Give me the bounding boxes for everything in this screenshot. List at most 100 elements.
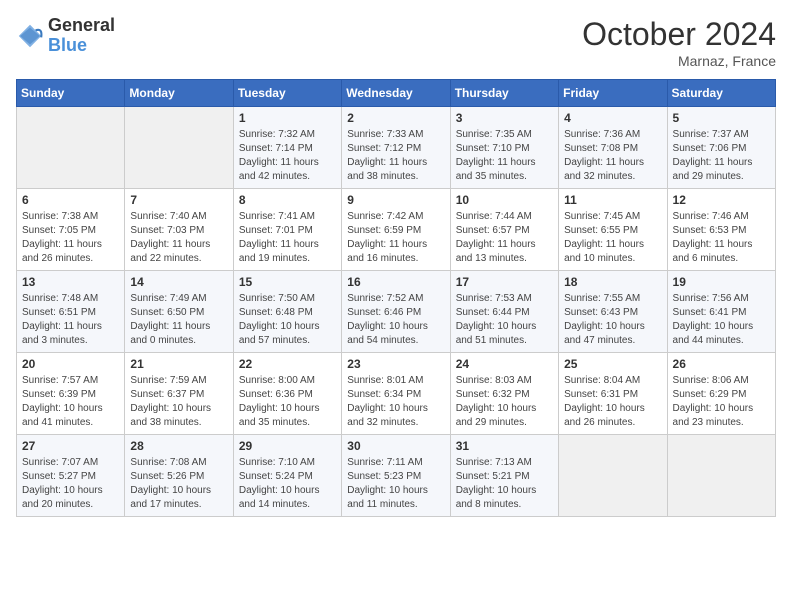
day-content: Sunrise: 7:46 AM Sunset: 6:53 PM Dayligh… xyxy=(673,210,770,266)
calendar-cell: 22 Sunrise: 8:00 AM Sunset: 6:36 PM Dayli… xyxy=(233,353,341,435)
day-content: Sunrise: 7:48 AM Sunset: 6:51 PM Dayligh… xyxy=(22,292,119,348)
day-number: 6 xyxy=(22,193,119,207)
calendar-cell: 6 Sunrise: 7:38 AM Sunset: 7:05 PM Daylig… xyxy=(17,189,125,271)
calendar-cell: 12 Sunrise: 7:46 AM Sunset: 6:53 PM Dayli… xyxy=(667,189,775,271)
day-number: 21 xyxy=(130,357,227,371)
day-content: Sunrise: 7:33 AM Sunset: 7:12 PM Dayligh… xyxy=(347,128,444,184)
column-header-tuesday: Tuesday xyxy=(233,80,341,107)
calendar-cell: 21Sunrise: 7:59 AM Sunset: 6:37 PM Dayli… xyxy=(125,353,233,435)
calendar-cell: 7Sunrise: 7:40 AM Sunset: 7:03 PM Daylig… xyxy=(125,189,233,271)
day-content: Sunrise: 7:07 AM Sunset: 5:27 PM Dayligh… xyxy=(22,456,119,512)
calendar-cell: 29 Sunrise: 7:10 AM Sunset: 5:24 PM Dayli… xyxy=(233,435,341,517)
day-number: 11 xyxy=(564,193,661,207)
day-number: 8 xyxy=(239,193,336,207)
day-number: 25 xyxy=(564,357,661,371)
day-number: 20 xyxy=(22,357,119,371)
day-number: 14 xyxy=(130,275,227,289)
day-number: 23 xyxy=(347,357,444,371)
calendar-table: SundayMondayTuesdayWednesdayThursdayFrid… xyxy=(16,79,776,517)
day-content: Sunrise: 7:50 AM Sunset: 6:48 PM Dayligh… xyxy=(239,292,336,348)
calendar-week-row: 27 Sunrise: 7:07 AM Sunset: 5:27 PM Dayli… xyxy=(17,435,776,517)
day-number: 12 xyxy=(673,193,770,207)
calendar-cell: 3Sunrise: 7:35 AM Sunset: 7:10 PM Daylig… xyxy=(450,107,558,189)
calendar-cell: 5 Sunrise: 7:37 AM Sunset: 7:06 PM Daylig… xyxy=(667,107,775,189)
month-title: October 2024 xyxy=(582,16,776,53)
day-content: Sunrise: 8:00 AM Sunset: 6:36 PM Dayligh… xyxy=(239,374,336,430)
day-number: 10 xyxy=(456,193,553,207)
page-header: General Blue October 2024 Marnaz, France xyxy=(16,16,776,69)
calendar-cell: 26Sunrise: 8:06 AM Sunset: 6:29 PM Dayli… xyxy=(667,353,775,435)
calendar-cell: 15 Sunrise: 7:50 AM Sunset: 6:48 PM Dayli… xyxy=(233,271,341,353)
day-number: 24 xyxy=(456,357,553,371)
day-content: Sunrise: 7:38 AM Sunset: 7:05 PM Dayligh… xyxy=(22,210,119,266)
calendar-cell: 13Sunrise: 7:48 AM Sunset: 6:51 PM Dayli… xyxy=(17,271,125,353)
day-content: Sunrise: 7:42 AM Sunset: 6:59 PM Dayligh… xyxy=(347,210,444,266)
day-number: 28 xyxy=(130,439,227,453)
day-content: Sunrise: 8:03 AM Sunset: 6:32 PM Dayligh… xyxy=(456,374,553,430)
day-number: 2 xyxy=(347,111,444,125)
calendar-cell: 14 Sunrise: 7:49 AM Sunset: 6:50 PM Dayli… xyxy=(125,271,233,353)
day-number: 19 xyxy=(673,275,770,289)
calendar-cell: 11 Sunrise: 7:45 AM Sunset: 6:55 PM Dayli… xyxy=(559,189,667,271)
logo-line1: General xyxy=(48,16,115,36)
day-number: 15 xyxy=(239,275,336,289)
column-header-wednesday: Wednesday xyxy=(342,80,450,107)
day-content: Sunrise: 7:45 AM Sunset: 6:55 PM Dayligh… xyxy=(564,210,661,266)
day-number: 26 xyxy=(673,357,770,371)
day-content: Sunrise: 7:37 AM Sunset: 7:06 PM Dayligh… xyxy=(673,128,770,184)
day-content: Sunrise: 8:01 AM Sunset: 6:34 PM Dayligh… xyxy=(347,374,444,430)
day-number: 17 xyxy=(456,275,553,289)
calendar-cell xyxy=(559,435,667,517)
day-content: Sunrise: 7:56 AM Sunset: 6:41 PM Dayligh… xyxy=(673,292,770,348)
calendar-cell: 4 Sunrise: 7:36 AM Sunset: 7:08 PM Daylig… xyxy=(559,107,667,189)
day-content: Sunrise: 7:41 AM Sunset: 7:01 PM Dayligh… xyxy=(239,210,336,266)
day-number: 18 xyxy=(564,275,661,289)
calendar-week-row: 6 Sunrise: 7:38 AM Sunset: 7:05 PM Daylig… xyxy=(17,189,776,271)
day-number: 29 xyxy=(239,439,336,453)
calendar-cell: 30 Sunrise: 7:11 AM Sunset: 5:23 PM Dayli… xyxy=(342,435,450,517)
day-content: Sunrise: 7:10 AM Sunset: 5:24 PM Dayligh… xyxy=(239,456,336,512)
day-content: Sunrise: 7:49 AM Sunset: 6:50 PM Dayligh… xyxy=(130,292,227,348)
day-content: Sunrise: 7:53 AM Sunset: 6:44 PM Dayligh… xyxy=(456,292,553,348)
calendar-cell: 25 Sunrise: 8:04 AM Sunset: 6:31 PM Dayli… xyxy=(559,353,667,435)
day-content: Sunrise: 7:40 AM Sunset: 7:03 PM Dayligh… xyxy=(130,210,227,266)
column-header-thursday: Thursday xyxy=(450,80,558,107)
day-number: 22 xyxy=(239,357,336,371)
calendar-cell: 17 Sunrise: 7:53 AM Sunset: 6:44 PM Dayli… xyxy=(450,271,558,353)
calendar-cell: 9Sunrise: 7:42 AM Sunset: 6:59 PM Daylig… xyxy=(342,189,450,271)
calendar-cell: 19 Sunrise: 7:56 AM Sunset: 6:41 PM Dayli… xyxy=(667,271,775,353)
calendar-cell: 31 Sunrise: 7:13 AM Sunset: 5:21 PM Dayli… xyxy=(450,435,558,517)
calendar-cell: 27 Sunrise: 7:07 AM Sunset: 5:27 PM Dayli… xyxy=(17,435,125,517)
logo-line2: Blue xyxy=(48,36,115,56)
day-content: Sunrise: 7:52 AM Sunset: 6:46 PM Dayligh… xyxy=(347,292,444,348)
calendar-cell xyxy=(125,107,233,189)
day-content: Sunrise: 7:11 AM Sunset: 5:23 PM Dayligh… xyxy=(347,456,444,512)
location-subtitle: Marnaz, France xyxy=(582,53,776,69)
day-number: 1 xyxy=(239,111,336,125)
calendar-cell: 16Sunrise: 7:52 AM Sunset: 6:46 PM Dayli… xyxy=(342,271,450,353)
day-number: 4 xyxy=(564,111,661,125)
logo-icon xyxy=(16,22,44,50)
day-content: Sunrise: 8:04 AM Sunset: 6:31 PM Dayligh… xyxy=(564,374,661,430)
calendar-cell: 8 Sunrise: 7:41 AM Sunset: 7:01 PM Daylig… xyxy=(233,189,341,271)
calendar-cell xyxy=(667,435,775,517)
day-number: 30 xyxy=(347,439,444,453)
title-block: October 2024 Marnaz, France xyxy=(582,16,776,69)
calendar-header-row: SundayMondayTuesdayWednesdayThursdayFrid… xyxy=(17,80,776,107)
day-content: Sunrise: 7:35 AM Sunset: 7:10 PM Dayligh… xyxy=(456,128,553,184)
column-header-sunday: Sunday xyxy=(17,80,125,107)
day-content: Sunrise: 7:36 AM Sunset: 7:08 PM Dayligh… xyxy=(564,128,661,184)
calendar-cell: 10 Sunrise: 7:44 AM Sunset: 6:57 PM Dayli… xyxy=(450,189,558,271)
day-number: 27 xyxy=(22,439,119,453)
day-content: Sunrise: 7:57 AM Sunset: 6:39 PM Dayligh… xyxy=(22,374,119,430)
day-content: Sunrise: 7:44 AM Sunset: 6:57 PM Dayligh… xyxy=(456,210,553,266)
calendar-week-row: 20 Sunrise: 7:57 AM Sunset: 6:39 PM Dayli… xyxy=(17,353,776,435)
calendar-cell: 28Sunrise: 7:08 AM Sunset: 5:26 PM Dayli… xyxy=(125,435,233,517)
day-number: 31 xyxy=(456,439,553,453)
calendar-cell: 18Sunrise: 7:55 AM Sunset: 6:43 PM Dayli… xyxy=(559,271,667,353)
day-content: Sunrise: 7:13 AM Sunset: 5:21 PM Dayligh… xyxy=(456,456,553,512)
calendar-cell: 1Sunrise: 7:32 AM Sunset: 7:14 PM Daylig… xyxy=(233,107,341,189)
calendar-week-row: 1Sunrise: 7:32 AM Sunset: 7:14 PM Daylig… xyxy=(17,107,776,189)
day-number: 5 xyxy=(673,111,770,125)
calendar-cell: 2 Sunrise: 7:33 AM Sunset: 7:12 PM Daylig… xyxy=(342,107,450,189)
